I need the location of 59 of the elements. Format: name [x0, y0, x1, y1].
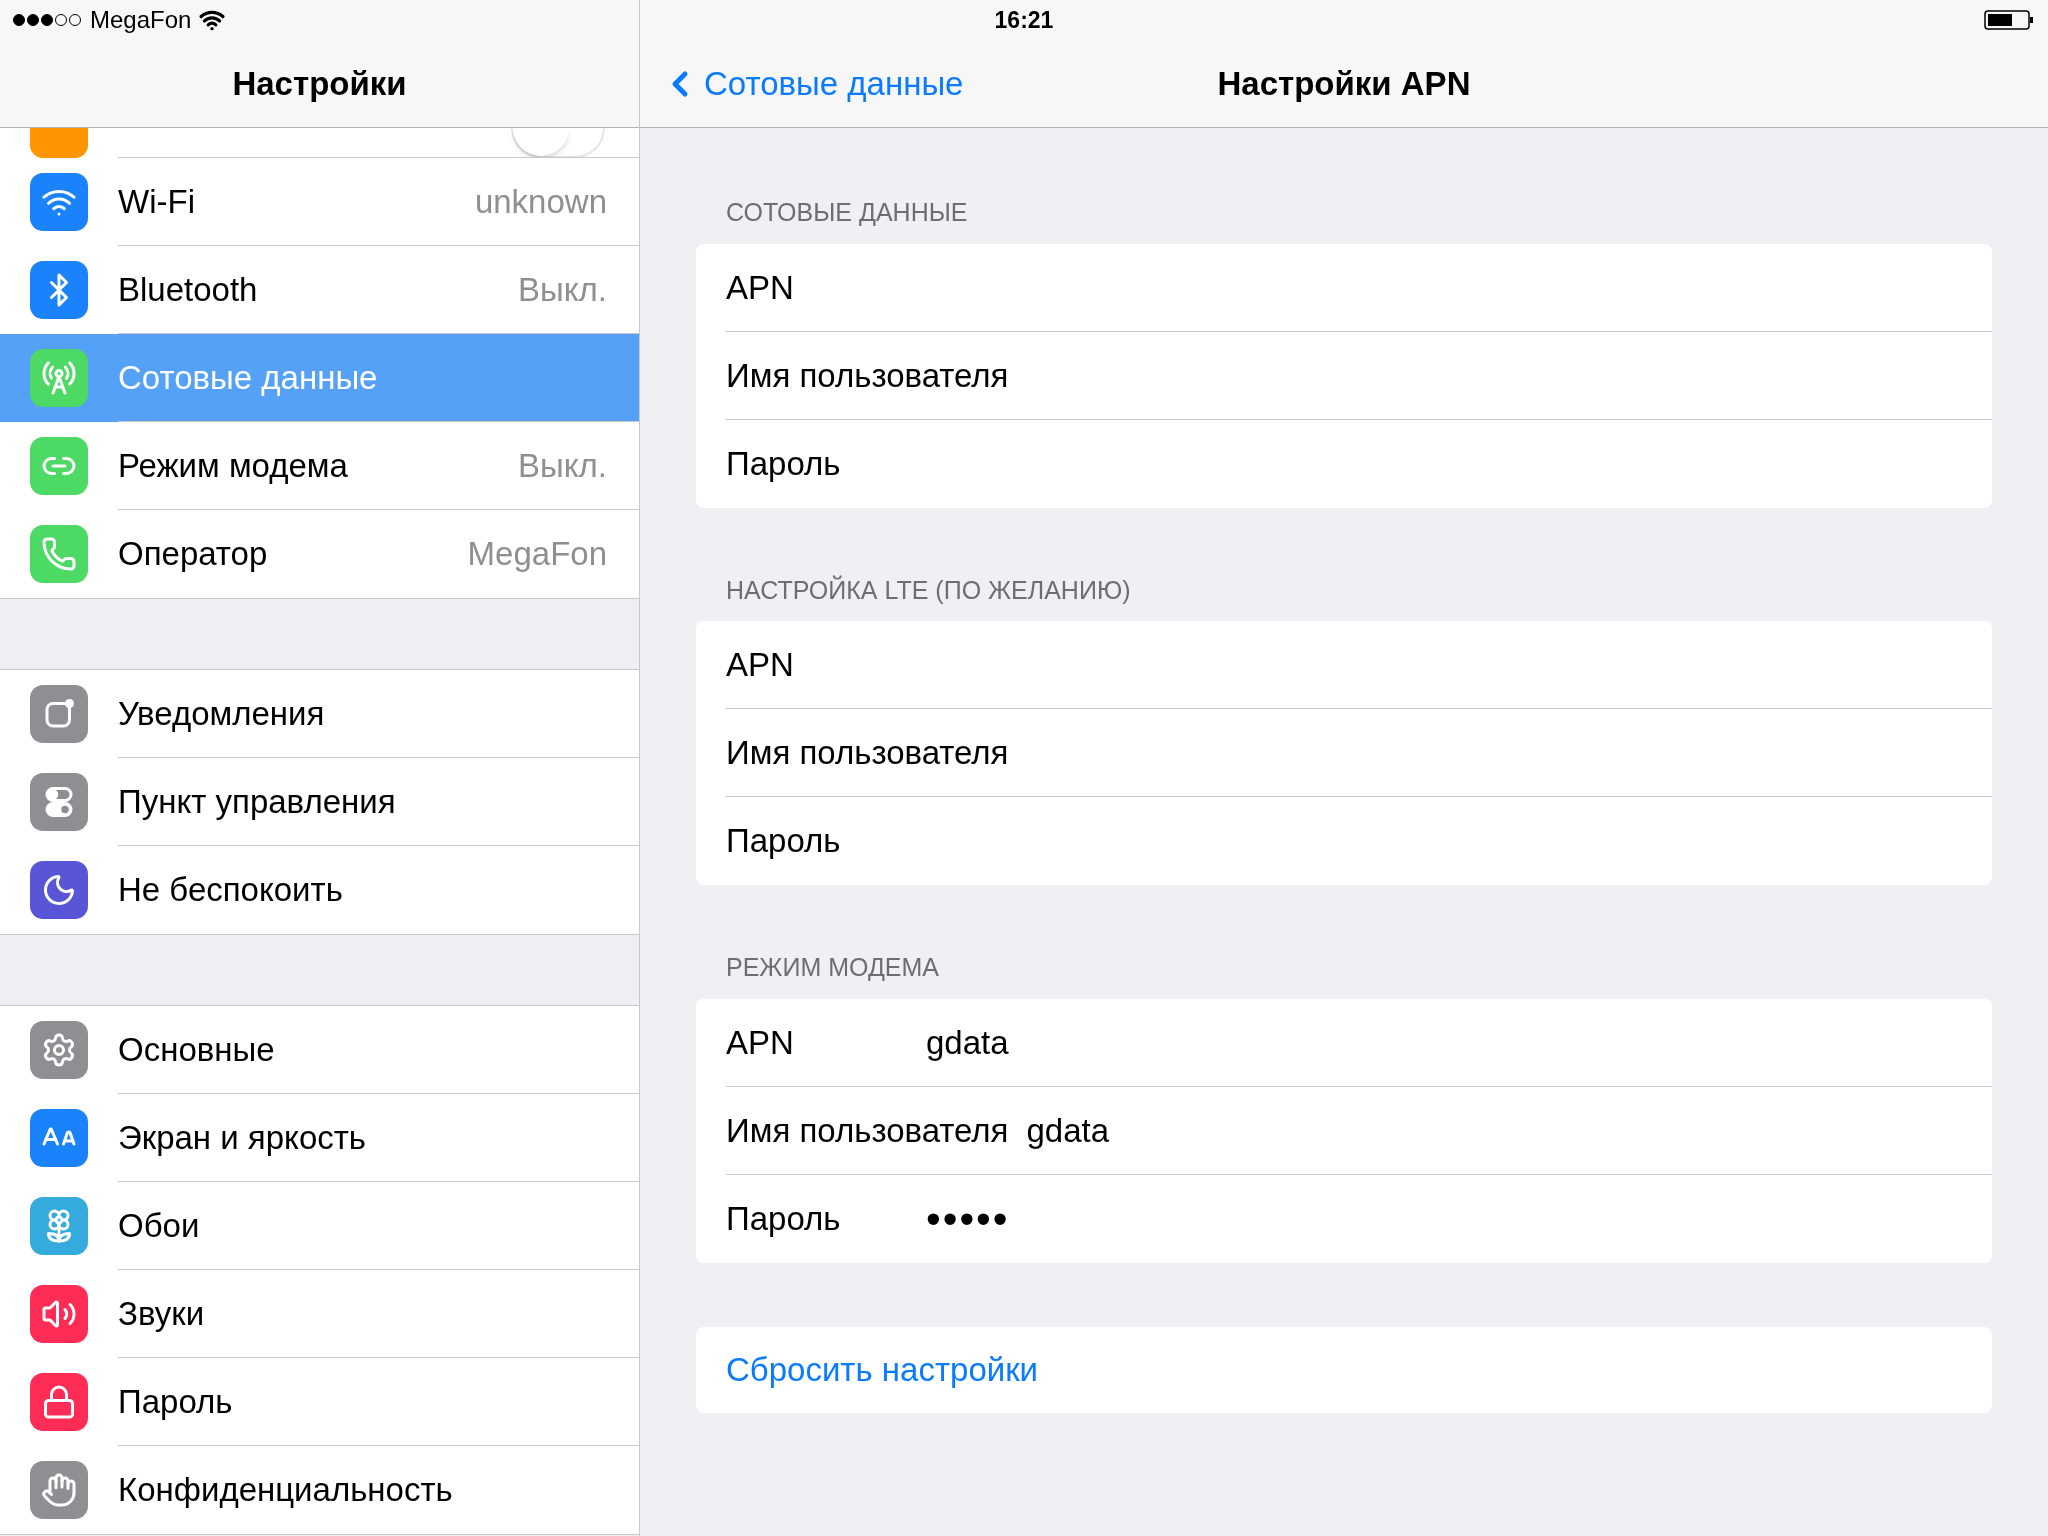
signal-strength-icon	[12, 13, 82, 27]
lock-icon	[30, 1373, 88, 1431]
field-label: APN	[726, 645, 795, 686]
row-label: Оператор	[118, 534, 268, 575]
moon-icon	[30, 861, 88, 919]
row-label: Не беспокоить	[118, 870, 343, 911]
field-label: Имя пользователя	[726, 733, 1010, 774]
field-label: APN	[726, 267, 795, 308]
row-label: Bluetooth	[118, 270, 258, 311]
antenna-icon	[30, 349, 88, 407]
field-label: Пароль	[726, 1198, 842, 1239]
field-label: Пароль	[726, 443, 842, 484]
field-label: Имя пользователя	[726, 355, 1010, 396]
switches-icon	[30, 773, 88, 831]
row-value: Выкл.	[518, 270, 608, 311]
toggle-switch[interactable]	[511, 128, 605, 158]
field-label: Пароль	[726, 821, 842, 862]
row-label: Звуки	[118, 1294, 205, 1335]
section-header: СОТОВЫЕ ДАННЫЕ	[725, 197, 969, 228]
row-label: Конфиденциальность	[118, 1470, 453, 1511]
input-field[interactable]: gdata	[1026, 1100, 1992, 1161]
clock: 16:21	[994, 5, 1054, 35]
chain-link-icon	[30, 437, 88, 495]
settings-icon	[30, 1021, 88, 1079]
row-label: Сотовые данные	[118, 358, 378, 399]
row-label: Режим модема	[118, 446, 348, 487]
row-label: Wi-Fi	[118, 182, 195, 223]
notification-icon	[30, 685, 88, 743]
wifi-icon	[30, 173, 88, 231]
field-label: APN	[726, 1022, 795, 1063]
text-field-row[interactable]: APN gdata	[696, 998, 1992, 1087]
row-label: Основные	[118, 1030, 275, 1071]
back-button[interactable]: Сотовые данные	[640, 58, 964, 109]
reset-settings-button[interactable]: Сбросить настройки	[696, 1326, 1992, 1413]
row-label: Пункт управления	[118, 782, 396, 823]
speaker-icon	[30, 1285, 88, 1343]
row-label: Пароль	[118, 1382, 233, 1423]
row-label: Экран и яркость	[118, 1118, 367, 1159]
row-value: unknown	[474, 182, 608, 223]
field-label: Имя пользователя	[726, 1110, 1010, 1151]
text-field-row[interactable]: APN	[696, 621, 1992, 709]
flower-icon	[30, 1197, 88, 1255]
page-title: Настройки APN	[1217, 63, 1471, 104]
input-field[interactable]: gdata	[926, 1012, 1992, 1073]
row-value: Выкл.	[518, 446, 608, 487]
input-field[interactable]: •••••	[926, 1188, 1992, 1249]
row-value: MegaFon	[467, 534, 608, 575]
bluetooth-icon	[30, 261, 88, 319]
text-field-row[interactable]: APN	[696, 243, 1992, 332]
sidebar-title: Настройки	[232, 63, 407, 104]
text-size-icon	[30, 1109, 88, 1167]
battery-icon	[1984, 9, 2034, 31]
hand-icon	[30, 1461, 88, 1519]
row-label: Уведомления	[118, 694, 325, 735]
phone-icon	[30, 525, 88, 583]
row-label: Обои	[118, 1206, 200, 1247]
section-header: РЕЖИМ МОДЕМА	[725, 952, 940, 983]
section-header: НАСТРОЙКА LTE (ПО ЖЕЛАНИЮ)	[725, 574, 1132, 606]
carrier-name: MegaFon	[90, 5, 192, 35]
